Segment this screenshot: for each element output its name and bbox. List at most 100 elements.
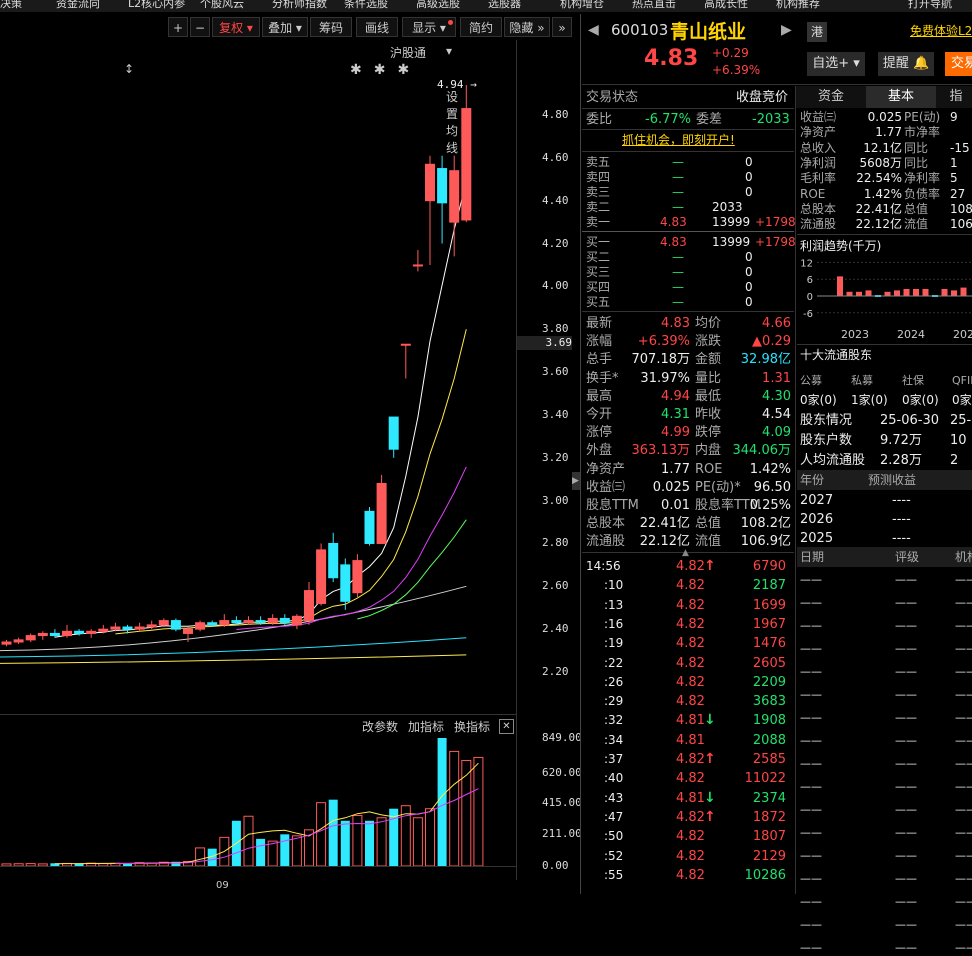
menu-item[interactable]: 个股风云 bbox=[200, 0, 244, 10]
stat-value: 4.83 bbox=[661, 316, 690, 331]
tick-price: 4.82 bbox=[676, 674, 705, 690]
volume-tick-label: 620.00 bbox=[542, 765, 582, 779]
menu-item[interactable]: L2核心内参 bbox=[128, 0, 185, 10]
free-trial-link[interactable]: 免费体验L2 bbox=[910, 22, 972, 39]
hide-button[interactable]: 隐藏 » bbox=[504, 17, 550, 37]
add-watchlist-button[interactable]: 自选+ ▾ bbox=[807, 52, 865, 76]
ask-level-price[interactable]: — bbox=[672, 155, 684, 170]
tick-row: :16 4.82 1967 bbox=[582, 616, 794, 634]
ask-level-price[interactable]: — bbox=[672, 170, 684, 185]
collapse-panel-icon[interactable]: ▶ bbox=[572, 472, 580, 490]
menu-item[interactable]: 高级选股 bbox=[416, 0, 460, 10]
ratings-cell: —— bbox=[895, 642, 917, 655]
volume-chart[interactable] bbox=[0, 738, 516, 878]
status-label: 交易状态 bbox=[586, 90, 639, 105]
bid-level-label: 买五 bbox=[586, 295, 611, 309]
simple-mode-button[interactable]: 简约 bbox=[460, 17, 502, 37]
hk-badge[interactable]: 港 bbox=[807, 22, 827, 42]
profit-bar bbox=[856, 291, 862, 296]
bid-level-price[interactable]: — bbox=[672, 250, 684, 265]
menu-item[interactable]: 资金流向 bbox=[56, 0, 100, 10]
tick-time: :47 bbox=[604, 809, 624, 824]
zoom-out-button[interactable]: − bbox=[190, 17, 210, 37]
arrow-up-icon: ↑ bbox=[704, 808, 716, 825]
bid-level-price[interactable]: — bbox=[672, 280, 684, 295]
bid-level-price[interactable]: 4.83 bbox=[660, 235, 687, 250]
tab-funds[interactable]: 资金 bbox=[796, 86, 866, 108]
close-icon[interactable]: ✕ bbox=[499, 719, 514, 734]
profit-trend-chart: 12 6 0 -6 2023 2024 202 bbox=[800, 258, 972, 340]
stat-value: 4.09 bbox=[762, 425, 791, 441]
bid-level-label: 买三 bbox=[586, 265, 611, 279]
profit-year-label: 2023 bbox=[841, 328, 869, 340]
tick-price: 4.81 bbox=[676, 713, 705, 729]
fuquan-button[interactable]: 复权 ▾ bbox=[212, 17, 260, 37]
fund-label: 流通股 bbox=[800, 217, 837, 232]
fund-label: 负债率 bbox=[904, 186, 941, 201]
open-account-link[interactable]: 抓住机会，即刻开户! bbox=[622, 132, 735, 149]
volume-bar bbox=[389, 808, 399, 866]
menu-item[interactable]: 分析师指数 bbox=[272, 0, 327, 10]
candle bbox=[352, 554, 363, 598]
menu-item[interactable]: 热点直击 bbox=[632, 0, 676, 10]
add-indicator-button[interactable]: 加指标 bbox=[408, 718, 444, 735]
prev-stock-icon[interactable]: ◀ bbox=[588, 22, 599, 38]
candle bbox=[13, 637, 24, 645]
ratings-col: 机构 bbox=[955, 550, 972, 564]
candlestick-chart[interactable] bbox=[0, 58, 516, 708]
profit-bar bbox=[894, 290, 900, 296]
ratings-cell: —— bbox=[895, 918, 917, 931]
ask-level-price[interactable]: 4.83 bbox=[660, 215, 687, 230]
chips-button[interactable]: 筹码 bbox=[310, 17, 352, 37]
edit-params-button[interactable]: 改参数 bbox=[362, 718, 398, 735]
holders-val: 0家 bbox=[952, 393, 972, 407]
ratings-cell: —— bbox=[800, 918, 822, 931]
profit-bar bbox=[837, 276, 843, 296]
ratings-cell: —— bbox=[955, 895, 972, 908]
overlay-button[interactable]: 叠加 ▾ bbox=[262, 17, 308, 37]
tick-time: :50 bbox=[604, 829, 624, 844]
tab-indicator[interactable]: 指 bbox=[936, 86, 972, 108]
menu-item[interactable]: 高成长性 bbox=[704, 0, 748, 10]
ma-settings-button[interactable]: 设置均线 ▾ bbox=[446, 44, 458, 155]
menu-item[interactable]: 机构增仓 bbox=[560, 0, 604, 10]
fund-value: 22.54% bbox=[856, 171, 902, 186]
candle bbox=[437, 155, 448, 244]
trade-button[interactable]: 交易 bbox=[945, 52, 972, 76]
price-tick-label: 4.20 bbox=[542, 236, 569, 250]
tick-price: 4.82 bbox=[676, 867, 705, 883]
expand-right-button[interactable]: » bbox=[552, 17, 572, 37]
weicha-value: -2033 bbox=[752, 112, 790, 127]
menu-item[interactable]: 条件选股 bbox=[344, 0, 388, 10]
volume-tick-label: 0.00 bbox=[542, 859, 569, 872]
ask-level-price[interactable]: — bbox=[672, 200, 684, 215]
tick-volume: 2209 bbox=[752, 674, 786, 690]
bid-level-price[interactable]: — bbox=[672, 295, 684, 310]
fund-value: 1 bbox=[950, 155, 958, 170]
bid-level-price[interactable]: — bbox=[672, 265, 684, 280]
next-stock-icon[interactable]: ▶ bbox=[781, 22, 792, 38]
ratings-col: 日期 bbox=[800, 550, 825, 564]
menu-item[interactable]: 选股器 bbox=[488, 0, 521, 10]
menu-item[interactable]: 机构推荐 bbox=[776, 0, 820, 10]
profit-bar bbox=[913, 289, 919, 296]
candle bbox=[376, 474, 387, 544]
price-tick-label: 3.60 bbox=[542, 365, 569, 379]
ask-level-volume: 2033 bbox=[712, 200, 743, 214]
stat-value: 4.66 bbox=[762, 316, 791, 331]
tick-row: :47 4.82 ↑ 1872 bbox=[582, 809, 794, 827]
draw-line-button[interactable]: 画线 bbox=[356, 17, 398, 37]
arrow-down-icon: ↓ bbox=[704, 789, 716, 806]
arrow-up-icon: ↑ bbox=[704, 751, 716, 767]
collapse-stats-icon[interactable]: ▲ bbox=[682, 548, 689, 558]
zoom-in-button[interactable]: + bbox=[168, 17, 188, 37]
menu-item[interactable]: 决策 bbox=[0, 0, 22, 10]
menu-item[interactable]: 打开导航 bbox=[908, 0, 952, 10]
tab-basic[interactable]: 基本 bbox=[866, 86, 936, 108]
switch-indicator-button[interactable]: 换指标 bbox=[454, 718, 490, 735]
volume-ma-line bbox=[54, 762, 479, 865]
ask-level-price[interactable]: — bbox=[672, 185, 684, 200]
holders-row-label: 人均流通股 bbox=[800, 453, 866, 468]
alert-button[interactable]: 提醒 🔔 bbox=[878, 52, 934, 76]
display-button[interactable]: 显示 ▾ bbox=[402, 17, 456, 37]
